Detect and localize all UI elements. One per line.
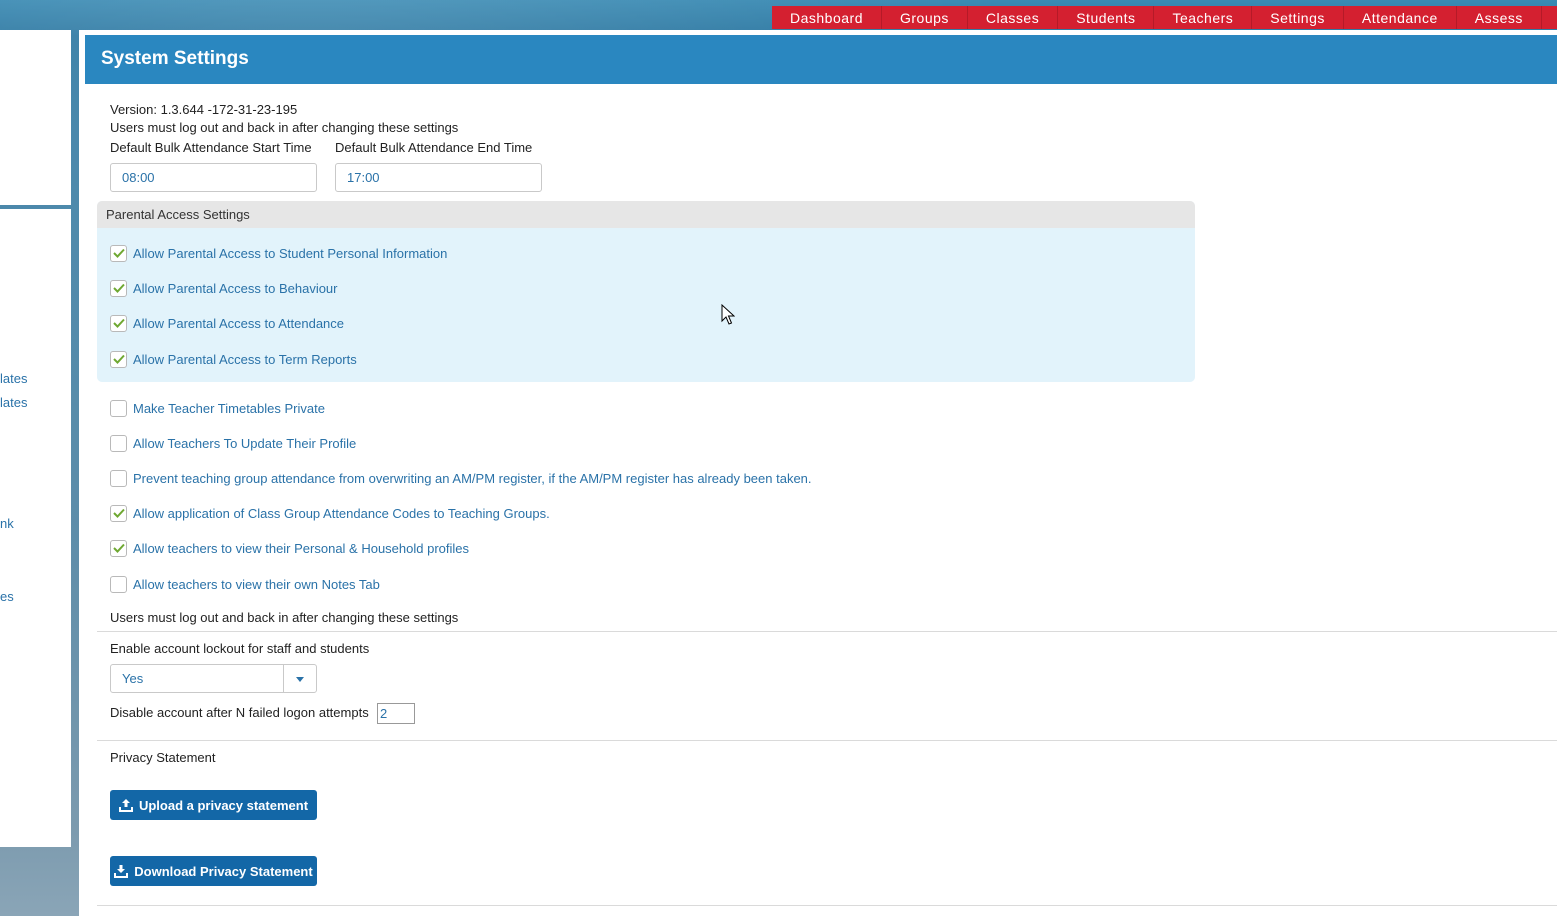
lockout-label: Enable account lockout for staff and stu… bbox=[110, 641, 370, 656]
sidebar-link[interactable]: nk bbox=[0, 516, 14, 531]
attempts-label: Disable account after N failed logon att… bbox=[110, 705, 369, 720]
attempts-input[interactable]: 2 bbox=[377, 703, 415, 724]
sidebar-link[interactable]: es bbox=[0, 589, 14, 604]
teacher-option-label: Allow teachers to view their Personal & … bbox=[133, 540, 470, 556]
parental-option[interactable]: Allow Parental Access to Attendance bbox=[110, 313, 344, 333]
start-time-label: Default Bulk Attendance Start Time bbox=[110, 140, 312, 155]
teacher-option-label: Allow teachers to view their own Notes T… bbox=[133, 576, 380, 592]
teacher-option[interactable]: Allow Teachers To Update Their Profile bbox=[110, 433, 356, 453]
end-time-input[interactable]: 17:00 bbox=[335, 163, 542, 192]
checkbox-checked[interactable] bbox=[110, 279, 127, 297]
divider bbox=[97, 631, 1557, 632]
upload-privacy-button[interactable]: Upload a privacy statement bbox=[110, 790, 317, 820]
check-icon bbox=[112, 283, 125, 293]
teacher-option[interactable]: Allow teachers to view their own Notes T… bbox=[110, 574, 380, 594]
checkbox-unchecked[interactable] bbox=[110, 469, 127, 487]
tab-classes[interactable]: Classes bbox=[968, 6, 1059, 29]
upload-icon bbox=[118, 798, 133, 812]
caret-down-icon bbox=[296, 677, 304, 682]
check-icon bbox=[112, 248, 125, 258]
parental-option[interactable]: Allow Parental Access to Term Reports bbox=[110, 349, 357, 369]
check-icon bbox=[112, 508, 125, 518]
divider bbox=[97, 905, 1557, 906]
checkbox-unchecked[interactable] bbox=[110, 434, 127, 452]
teacher-option-label: Make Teacher Timetables Private bbox=[133, 400, 325, 416]
lockout-select-value: Yes bbox=[122, 671, 144, 686]
tab-teachers[interactable]: Teachers bbox=[1154, 6, 1253, 29]
lockout-select[interactable]: Yes bbox=[110, 664, 317, 693]
check-icon bbox=[112, 318, 125, 328]
end-time-label: Default Bulk Attendance End Time bbox=[335, 140, 533, 155]
tab-assessment[interactable]: Assess bbox=[1457, 6, 1542, 29]
teacher-option[interactable]: Allow application of Class Group Attenda… bbox=[110, 503, 550, 523]
logout-note: Users must log out and back in after cha… bbox=[110, 120, 459, 135]
teacher-option[interactable]: Prevent teaching group attendance from o… bbox=[110, 468, 812, 488]
parental-access-panel: Parental Access Settings Allow Parental … bbox=[97, 201, 1195, 382]
tab-dashboard[interactable]: Dashboard bbox=[772, 6, 882, 29]
checkbox-unchecked[interactable] bbox=[110, 575, 127, 593]
page-title: System Settings bbox=[85, 35, 1557, 84]
logout-note: Users must log out and back in after cha… bbox=[110, 610, 459, 625]
parental-option-label: Allow Parental Access to Behaviour bbox=[133, 280, 338, 296]
checkbox-checked[interactable] bbox=[110, 504, 127, 522]
checkbox-checked[interactable] bbox=[110, 244, 127, 262]
parental-option-label: Allow Parental Access to Student Persona… bbox=[133, 245, 448, 261]
parental-option-label: Allow Parental Access to Term Reports bbox=[133, 351, 357, 367]
sidebar-link[interactable]: lates bbox=[0, 371, 27, 386]
top-nav: Dashboard Groups Classes Students Teache… bbox=[772, 6, 1557, 29]
parental-option-label: Allow Parental Access to Attendance bbox=[133, 315, 345, 331]
teacher-option[interactable]: Allow teachers to view their Personal & … bbox=[110, 538, 469, 558]
checkbox-unchecked[interactable] bbox=[110, 399, 127, 417]
download-privacy-label: Download Privacy Statement bbox=[134, 863, 313, 879]
download-icon bbox=[114, 864, 129, 878]
check-icon bbox=[112, 354, 125, 364]
sidebar-top-panel bbox=[0, 30, 71, 205]
tab-students[interactable]: Students bbox=[1058, 6, 1155, 29]
teacher-option-label: Allow application of Class Group Attenda… bbox=[133, 505, 550, 521]
privacy-heading: Privacy Statement bbox=[110, 750, 216, 765]
dropdown-toggle[interactable] bbox=[283, 665, 316, 692]
tab-settings[interactable]: Settings bbox=[1252, 6, 1344, 29]
parental-option[interactable]: Allow Parental Access to Behaviour bbox=[110, 278, 338, 298]
parental-access-heading: Parental Access Settings bbox=[97, 201, 1195, 228]
sidebar-link[interactable]: lates bbox=[0, 395, 27, 410]
checkbox-checked[interactable] bbox=[110, 314, 127, 332]
checkbox-checked[interactable] bbox=[110, 350, 127, 368]
mouse-cursor-icon bbox=[721, 303, 736, 329]
checkbox-checked[interactable] bbox=[110, 539, 127, 557]
version-text: Version: 1.3.644 -172-31-23-195 bbox=[110, 102, 298, 117]
main-panel: System Settings Version: 1.3.644 -172-31… bbox=[79, 30, 1557, 916]
start-time-input[interactable]: 08:00 bbox=[110, 163, 317, 192]
check-icon bbox=[112, 543, 125, 553]
parental-option[interactable]: Allow Parental Access to Student Persona… bbox=[110, 243, 447, 263]
teacher-option-label: Allow Teachers To Update Their Profile bbox=[133, 435, 357, 451]
tab-groups[interactable]: Groups bbox=[882, 6, 968, 29]
teacher-option[interactable]: Make Teacher Timetables Private bbox=[110, 398, 325, 418]
divider bbox=[97, 740, 1557, 741]
download-privacy-button[interactable]: Download Privacy Statement bbox=[110, 856, 317, 886]
teacher-option-label: Prevent teaching group attendance from o… bbox=[133, 470, 812, 486]
sidebar-panel: lates lates nk es bbox=[0, 209, 71, 847]
tab-attendance[interactable]: Attendance bbox=[1344, 6, 1457, 29]
upload-privacy-label: Upload a privacy statement bbox=[138, 797, 309, 813]
